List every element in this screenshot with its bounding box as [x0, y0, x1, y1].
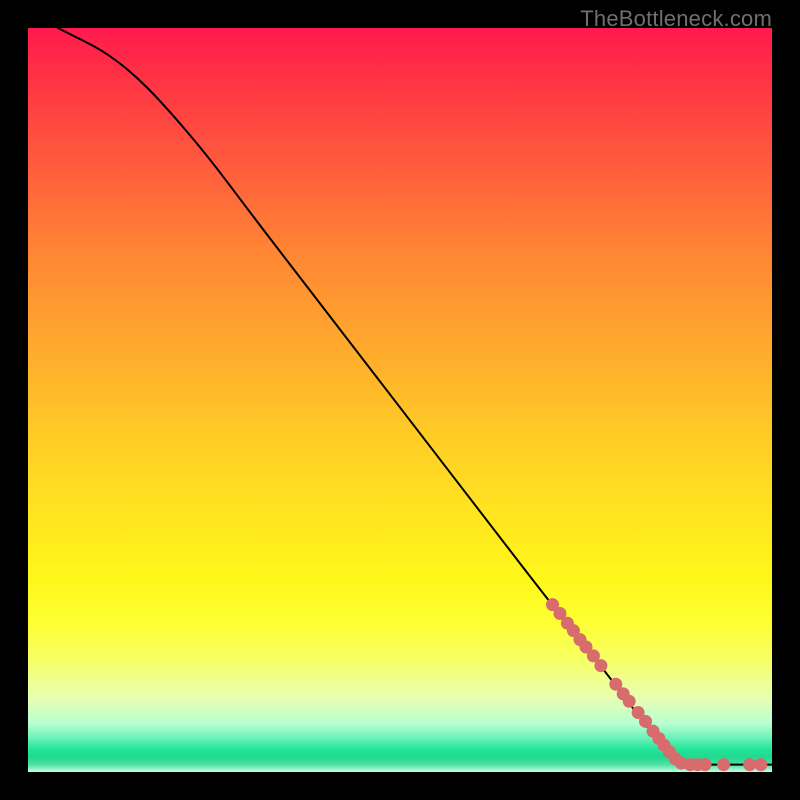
data-point — [755, 759, 767, 771]
data-point — [744, 759, 756, 771]
scatter-dots — [547, 599, 767, 771]
plot-area — [28, 28, 772, 772]
chart-frame: TheBottleneck.com — [0, 0, 800, 800]
bottleneck-curve — [58, 28, 772, 765]
data-point — [595, 660, 607, 672]
data-point — [718, 759, 730, 771]
chart-svg — [28, 28, 772, 772]
data-point — [699, 759, 711, 771]
data-point — [623, 695, 635, 707]
